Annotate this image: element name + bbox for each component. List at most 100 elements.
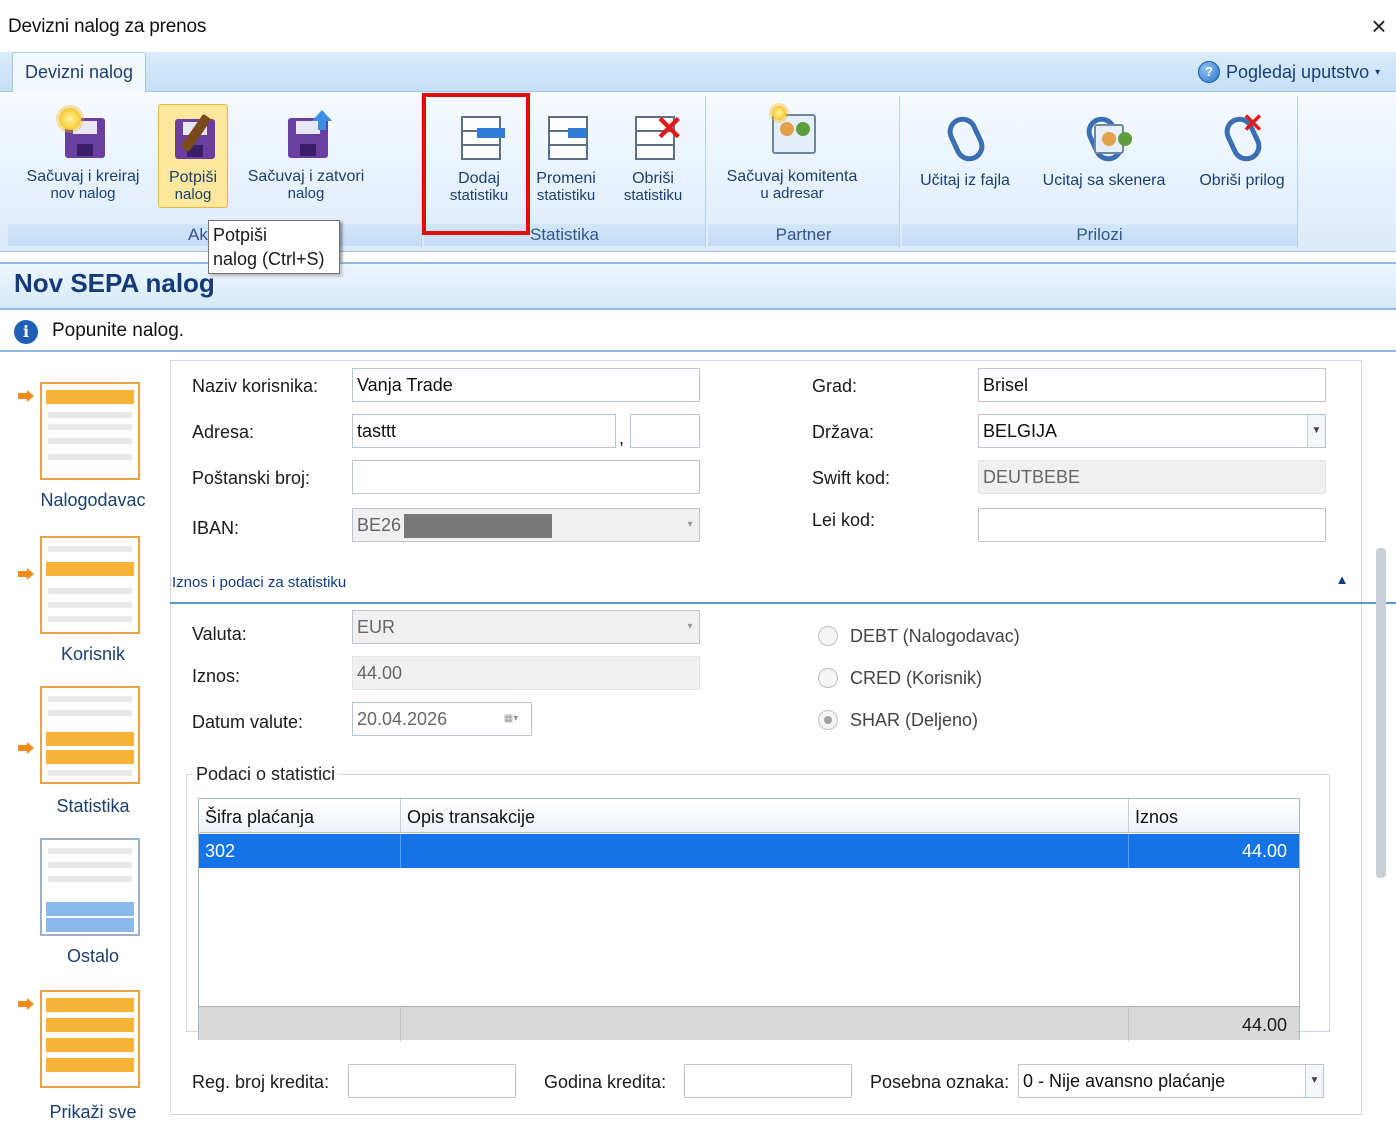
valuta-select[interactable]: EUR ▾	[352, 610, 700, 644]
edit-stat-label: Promeni	[536, 170, 596, 187]
save-new-sublabel: nov nalog	[50, 185, 116, 202]
swift-field: DEUTBEBE	[978, 460, 1326, 494]
column-header-iznos[interactable]: Iznos	[1129, 799, 1299, 833]
delete-attachment-button[interactable]: ✕ Obriši prilog	[1188, 110, 1296, 189]
column-header-sifra[interactable]: Šifra plaćanja	[199, 799, 401, 833]
column-header-opis[interactable]: Opis transakcije	[401, 799, 1129, 833]
nav-label-ostalo: Ostalo	[66, 946, 120, 966]
adresa-separator: ,	[619, 428, 625, 448]
group-label-attachments: Prilozi	[902, 224, 1297, 246]
save-and-create-new-button[interactable]: Sačuvaj i kreiraj nov nalog	[12, 106, 154, 202]
arrow-right-icon	[18, 998, 34, 1010]
save-new-label: Sačuvaj i kreiraj	[26, 168, 140, 185]
edit-table-icon	[538, 108, 594, 164]
footer-total: 44.00	[1241, 1015, 1287, 1035]
footer-cell-sifra	[199, 1007, 401, 1041]
collapse-icon[interactable]: ▲	[1334, 572, 1350, 588]
title-bar	[0, 0, 1396, 54]
sign-sublabel: nalog	[174, 186, 212, 203]
edit-statistics-button[interactable]: Promeni statistiku	[526, 108, 606, 204]
section-header[interactable]	[170, 568, 1396, 604]
cell-opis	[401, 834, 1129, 868]
label-drzava: Država:	[812, 422, 875, 442]
nav-item-nalogodavac[interactable]: Nalogodavac	[18, 378, 154, 518]
radio-shar[interactable]	[818, 710, 838, 730]
save-partner-sublabel: u adresar	[760, 185, 824, 202]
postanski-field[interactable]	[352, 460, 700, 494]
calendar-icon[interactable]: ▦▾	[491, 703, 531, 735]
chevron-down-icon: ▾	[687, 519, 693, 530]
nav-label-nalogodavac: Nalogodavac	[40, 490, 146, 510]
sign-label: Potpiši	[168, 169, 218, 186]
load-file-label: Učitaj iz fajla	[920, 172, 1010, 189]
nav-label-prikazi-sve: Prikaži sve	[49, 1102, 137, 1122]
grad-field[interactable]: Brisel	[978, 368, 1326, 402]
posebna-value: 0 - Nije avansno plaćanje	[1023, 1071, 1226, 1091]
info-message: Popunite nalog.	[52, 320, 185, 341]
label-naziv: Naziv korisnika:	[192, 376, 319, 396]
label-valuta: Valuta:	[192, 624, 247, 644]
drzava-value: BELGIJA	[983, 421, 1058, 441]
label-lei: Lei kod:	[812, 510, 876, 530]
window-title: Devizni nalog za prenos	[8, 16, 207, 37]
drzava-select[interactable]: BELGIJA ▼	[978, 414, 1326, 448]
cell-sifra: 302	[199, 834, 401, 868]
highlight-box	[422, 93, 530, 235]
sign-order-button[interactable]: Potpiši nalog	[158, 104, 228, 208]
document-thumbnail-icon	[40, 382, 140, 480]
label-iznos: Iznos:	[192, 666, 241, 686]
radio-cred-label: CRED (Korisnik)	[850, 668, 983, 688]
adresa-field[interactable]: tasttt	[352, 414, 616, 448]
nav-item-korisnik[interactable]: Korisnik	[18, 534, 154, 674]
label-datum: Datum valute:	[192, 712, 304, 732]
chevron-down-icon: ▾	[1375, 66, 1381, 78]
tooltip-overlay: Potpiši nalog (Ctrl+S)	[208, 220, 340, 274]
save-partner-button[interactable]: Sačuvaj komitenta u adresar	[712, 106, 872, 202]
document-thumbnail-icon	[40, 838, 140, 936]
table-row[interactable]: 302 44.00	[199, 834, 1299, 868]
valuta-value: EUR	[357, 617, 396, 637]
scanner-icon	[1076, 110, 1132, 167]
help-link[interactable]: ? Pogledaj uputstvo ▾	[1198, 60, 1380, 84]
help-icon: ?	[1198, 61, 1220, 83]
nav-item-ostalo[interactable]: Ostalo	[18, 838, 154, 968]
arrow-right-icon	[18, 390, 34, 402]
save-and-close-button[interactable]: Sačuvaj i zatvori nalog	[234, 106, 378, 202]
document-thumbnail-icon	[40, 686, 140, 784]
datum-field[interactable]: 20.04.2026 ▦▾	[352, 702, 532, 736]
chevron-down-icon: ▾	[687, 621, 693, 632]
posebna-oznaka-select[interactable]: 0 - Nije avansno plaćanje ▼	[1018, 1064, 1324, 1098]
document-thumbnail-icon	[40, 990, 140, 1088]
iban-masked-block	[404, 514, 552, 538]
nav-item-prikazi-sve[interactable]: Prikaži sve	[18, 988, 154, 1128]
close-button[interactable]: ×	[1366, 12, 1392, 40]
chevron-down-icon[interactable]: ▼	[1305, 1065, 1323, 1097]
radio-debt[interactable]	[818, 626, 838, 646]
chevron-down-icon[interactable]: ▼	[1307, 415, 1325, 447]
naziv-field[interactable]: Vanja Trade	[352, 368, 700, 402]
statistics-legend: Podaci o statistici	[192, 764, 340, 785]
delete-stat-label: Obriši	[632, 170, 674, 187]
info-bar	[0, 310, 1396, 352]
load-from-file-button[interactable]: Učitaj iz fajla	[908, 110, 1022, 189]
label-swift: Swift kod:	[812, 468, 891, 488]
group-label-partner: Partner	[708, 224, 899, 246]
edit-stat-sublabel: statistiku	[536, 187, 596, 204]
adresa-number-field[interactable]	[630, 414, 700, 448]
arrow-right-icon	[18, 568, 34, 580]
ribbon-tab-bar	[0, 52, 1396, 92]
radio-debt-label: DEBT (Nalogodavac)	[850, 626, 1020, 646]
reg-broj-field[interactable]	[348, 1064, 516, 1098]
delete-table-icon: ✕	[625, 108, 684, 164]
label-godina: Godina kredita:	[544, 1072, 667, 1092]
delete-statistics-button[interactable]: ✕ Obriši statistiku	[610, 108, 696, 204]
lei-field[interactable]	[978, 508, 1326, 542]
tooltip-overlay-line2: nalog (Ctrl+S)	[213, 249, 325, 269]
tab-devizni-nalog[interactable]: Devizni nalog	[12, 52, 146, 92]
nav-item-statistika[interactable]: Statistika	[18, 686, 154, 826]
section-title: Iznos i podaci za statistiku	[172, 574, 347, 591]
vertical-scrollbar[interactable]	[1376, 548, 1386, 878]
godina-field[interactable]	[684, 1064, 852, 1098]
radio-cred[interactable]	[818, 668, 838, 688]
load-from-scanner-button[interactable]: Ucitaj sa skenera	[1028, 110, 1180, 189]
